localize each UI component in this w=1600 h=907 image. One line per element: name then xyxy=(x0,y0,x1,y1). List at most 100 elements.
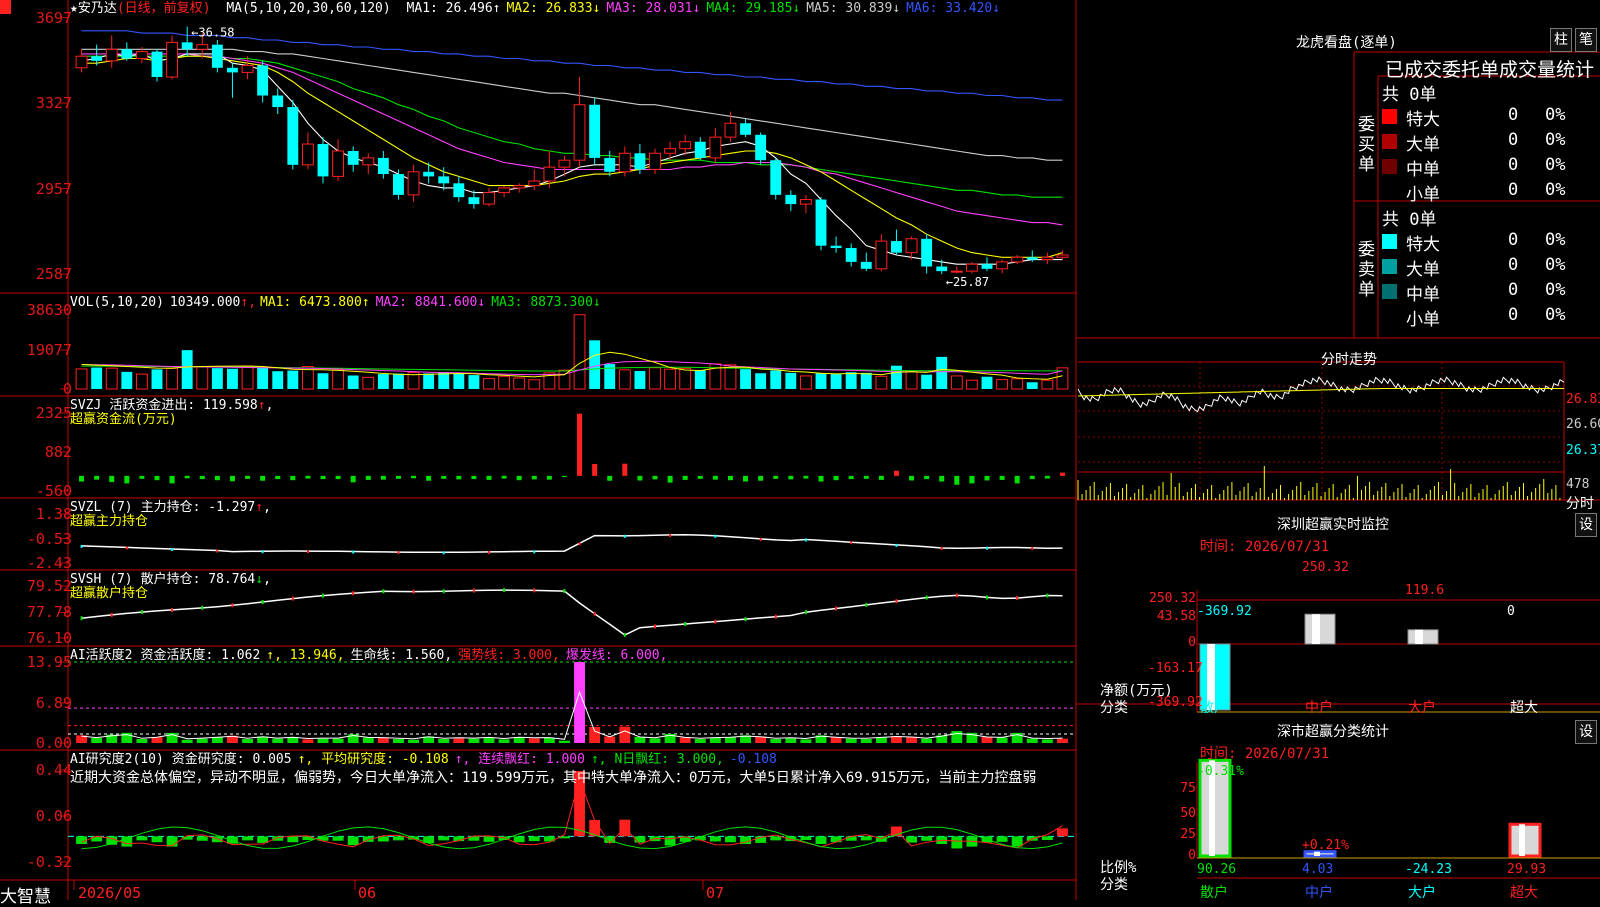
x-label-jun: 06 xyxy=(358,884,377,902)
ai_active-y-tick: 13.95 xyxy=(26,653,72,671)
ai-active-header: AI活跃度2 资金活跃度: 1.062 ↑, 13.946, 生命线: 1.560, 强… xyxy=(70,648,681,663)
buy_side-row-pct: 0% xyxy=(1545,180,1566,200)
volume-bar xyxy=(151,369,163,389)
candle-body xyxy=(875,240,888,270)
svzl-y-tick: -0.53 xyxy=(26,529,72,548)
volume-bar xyxy=(166,367,179,390)
ai-active-bar xyxy=(1026,738,1038,743)
buy_side-row-swatch xyxy=(1382,159,1397,174)
ai-research-header: AI研究度2(10) 资金研究度: 0.005 ↑, 平均研究度: -0.108 ↑,… xyxy=(70,752,791,767)
sell_side-row-pct: 0% xyxy=(1545,305,1566,325)
ai-research-item-5: -0.108 xyxy=(729,752,777,767)
candle-body xyxy=(740,123,751,135)
ai-active-bar xyxy=(709,737,721,743)
svsh-y-tick: 79.52 xyxy=(26,577,72,595)
ai-active-bar xyxy=(619,726,631,743)
svsh-tick xyxy=(472,588,475,593)
volume-bar xyxy=(317,373,329,389)
svzj-bar xyxy=(863,475,869,479)
svzj-bar xyxy=(607,475,613,481)
svsh-tick xyxy=(442,589,445,594)
candle-body xyxy=(135,51,148,60)
svsh-tick xyxy=(533,588,536,593)
svsh-tick xyxy=(201,605,204,610)
svzj-bar xyxy=(697,475,703,479)
ai-active-bar xyxy=(181,739,193,743)
volume-bar xyxy=(121,371,133,389)
svzj-bar xyxy=(169,475,175,484)
candle-body xyxy=(211,44,223,68)
sell_side-row-count: 0 xyxy=(1508,230,1519,250)
ma-line-ma5 xyxy=(81,48,1063,161)
intraday-avg-line xyxy=(1077,388,1564,397)
column-view-button[interactable]: 柱 xyxy=(1550,28,1572,52)
volume-bar xyxy=(770,370,782,389)
ai_research-y-tick: -0.32 xyxy=(26,853,72,871)
candle-body xyxy=(558,159,571,168)
svzj-bar xyxy=(969,475,975,484)
vol-label: VOL(5,10,20) xyxy=(70,295,164,310)
volume-y-tick: 19077 xyxy=(26,340,72,359)
svzl-y-tick: -2.43 xyxy=(26,554,72,572)
ai-research-bar xyxy=(845,836,857,841)
ai_active-y-tick: 6.89 xyxy=(35,693,72,712)
volume-bar xyxy=(799,375,812,390)
svzj-bar xyxy=(788,475,794,480)
candle-body xyxy=(649,152,661,170)
svzj-bar xyxy=(999,475,1005,480)
svzl-tick xyxy=(80,544,83,548)
ma-line-ma6 xyxy=(81,30,1063,101)
volume-bar xyxy=(618,369,631,390)
sz-category-bar-highlight xyxy=(1519,824,1525,856)
svsh-line xyxy=(81,589,1063,636)
sell_side-label-char: 单 xyxy=(1358,280,1375,300)
sz-category-cat-label: 分类 xyxy=(1100,877,1128,893)
candle-body xyxy=(950,270,963,273)
ai-research-bar xyxy=(196,836,208,841)
volume-bar xyxy=(1011,378,1024,390)
ai-active-bar xyxy=(559,740,570,743)
sz-monitor-y-tick: -163.17 xyxy=(1148,661,1203,676)
ai-active-bar xyxy=(211,737,223,743)
ma-line-ma2 xyxy=(81,55,1063,258)
ai-research-bar xyxy=(664,836,676,846)
svzj-bar xyxy=(878,475,884,480)
ai-research-label: AI研究度2(10) xyxy=(70,752,164,767)
candle-body xyxy=(121,49,133,59)
sz-monitor-category: 中户 xyxy=(1305,700,1333,716)
ai-active-bar xyxy=(362,737,374,743)
candle-body xyxy=(151,51,163,78)
volume-bar xyxy=(981,376,993,389)
sz-monitor-category: 散户 xyxy=(1200,700,1228,716)
svzj-subtitle: 超赢资金流(万元) xyxy=(70,412,177,427)
svzj-y-tick: 882 xyxy=(44,443,72,461)
x-label-may: 2026/05 xyxy=(78,884,142,902)
ai-active-bar xyxy=(453,738,465,743)
ai-active-bar xyxy=(196,738,208,743)
sz-monitor-settings-button[interactable]: 设 xyxy=(1575,513,1597,537)
svzj-bar xyxy=(531,475,537,480)
svsh-tick xyxy=(140,610,143,615)
volume-bar xyxy=(105,367,118,390)
volume-bar xyxy=(740,369,751,389)
volume-bar xyxy=(1041,379,1054,390)
ai-research-bar xyxy=(513,836,525,843)
stock-name[interactable]: ★安乃达(日线，前复权) xyxy=(70,1,211,16)
svsh-tick xyxy=(744,617,747,622)
svzj-bar xyxy=(79,475,85,482)
ai-active-label: AI活跃度2 xyxy=(70,648,133,663)
volume-bar xyxy=(393,373,404,389)
svzj-bar xyxy=(893,470,899,476)
volume-y-tick: 0 xyxy=(62,380,72,398)
svzj-bar xyxy=(924,475,930,480)
sz-category-settings-button[interactable]: 设 xyxy=(1575,720,1597,744)
buy_side-row-pct: 0% xyxy=(1545,130,1566,150)
ma-line-ma3 xyxy=(81,53,1063,226)
ai-active-bar xyxy=(921,738,933,743)
svsh-tick xyxy=(110,612,113,617)
volume-bar xyxy=(377,374,389,389)
high-price-label: ←36.58 xyxy=(191,26,234,40)
svzj-bars xyxy=(79,413,1065,485)
pen-view-button[interactable]: 笔 xyxy=(1575,28,1597,52)
ai-research-item-2: ↑, 平均研究度: -0.108 xyxy=(297,752,449,767)
